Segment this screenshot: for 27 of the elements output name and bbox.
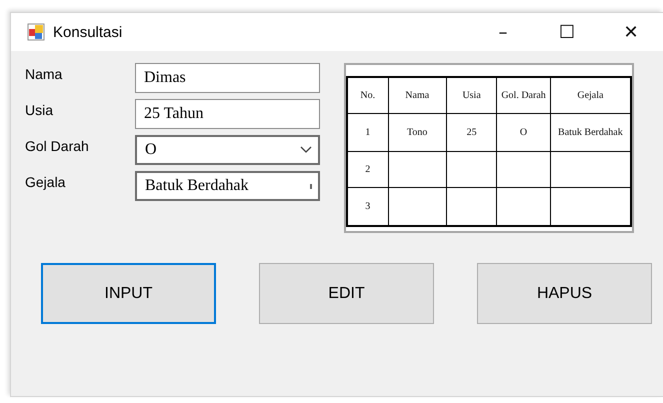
input-field[interactable]: 25 Tahun — [135, 99, 320, 129]
table-cell: O — [496, 114, 550, 152]
column-header: Gol. Darah — [496, 77, 550, 114]
table-cell: Tono — [388, 114, 446, 152]
scroll-mark-icon — [310, 184, 312, 188]
maximize-button[interactable]: ☐ — [535, 13, 599, 51]
dropdown[interactable]: O — [135, 135, 320, 165]
column-header: Usia — [446, 77, 497, 114]
close-button[interactable]: ✕ — [599, 13, 663, 51]
table-cell: 2 — [347, 152, 388, 188]
minimize-button[interactable]: – — [471, 13, 535, 51]
input-field[interactable]: Dimas — [135, 63, 320, 93]
chevron-down-icon — [300, 146, 312, 154]
column-header: Nama — [388, 77, 446, 114]
table-cell: 1 — [347, 114, 388, 152]
field-label: Gol Darah — [25, 137, 90, 154]
window-title: Konsultasi — [53, 24, 124, 40]
app-icon — [27, 23, 45, 41]
column-header: No. — [347, 77, 388, 114]
field-label: Usia — [25, 101, 54, 118]
action-button[interactable]: INPUT — [41, 263, 216, 324]
table-cell: 25 — [446, 114, 497, 152]
action-button[interactable]: EDIT — [259, 263, 434, 324]
list-box[interactable]: Batuk Berdahak — [135, 171, 320, 201]
action-button[interactable]: HAPUS — [477, 263, 652, 324]
field-label: Gejala — [25, 173, 66, 190]
field-label: Nama — [25, 65, 64, 82]
